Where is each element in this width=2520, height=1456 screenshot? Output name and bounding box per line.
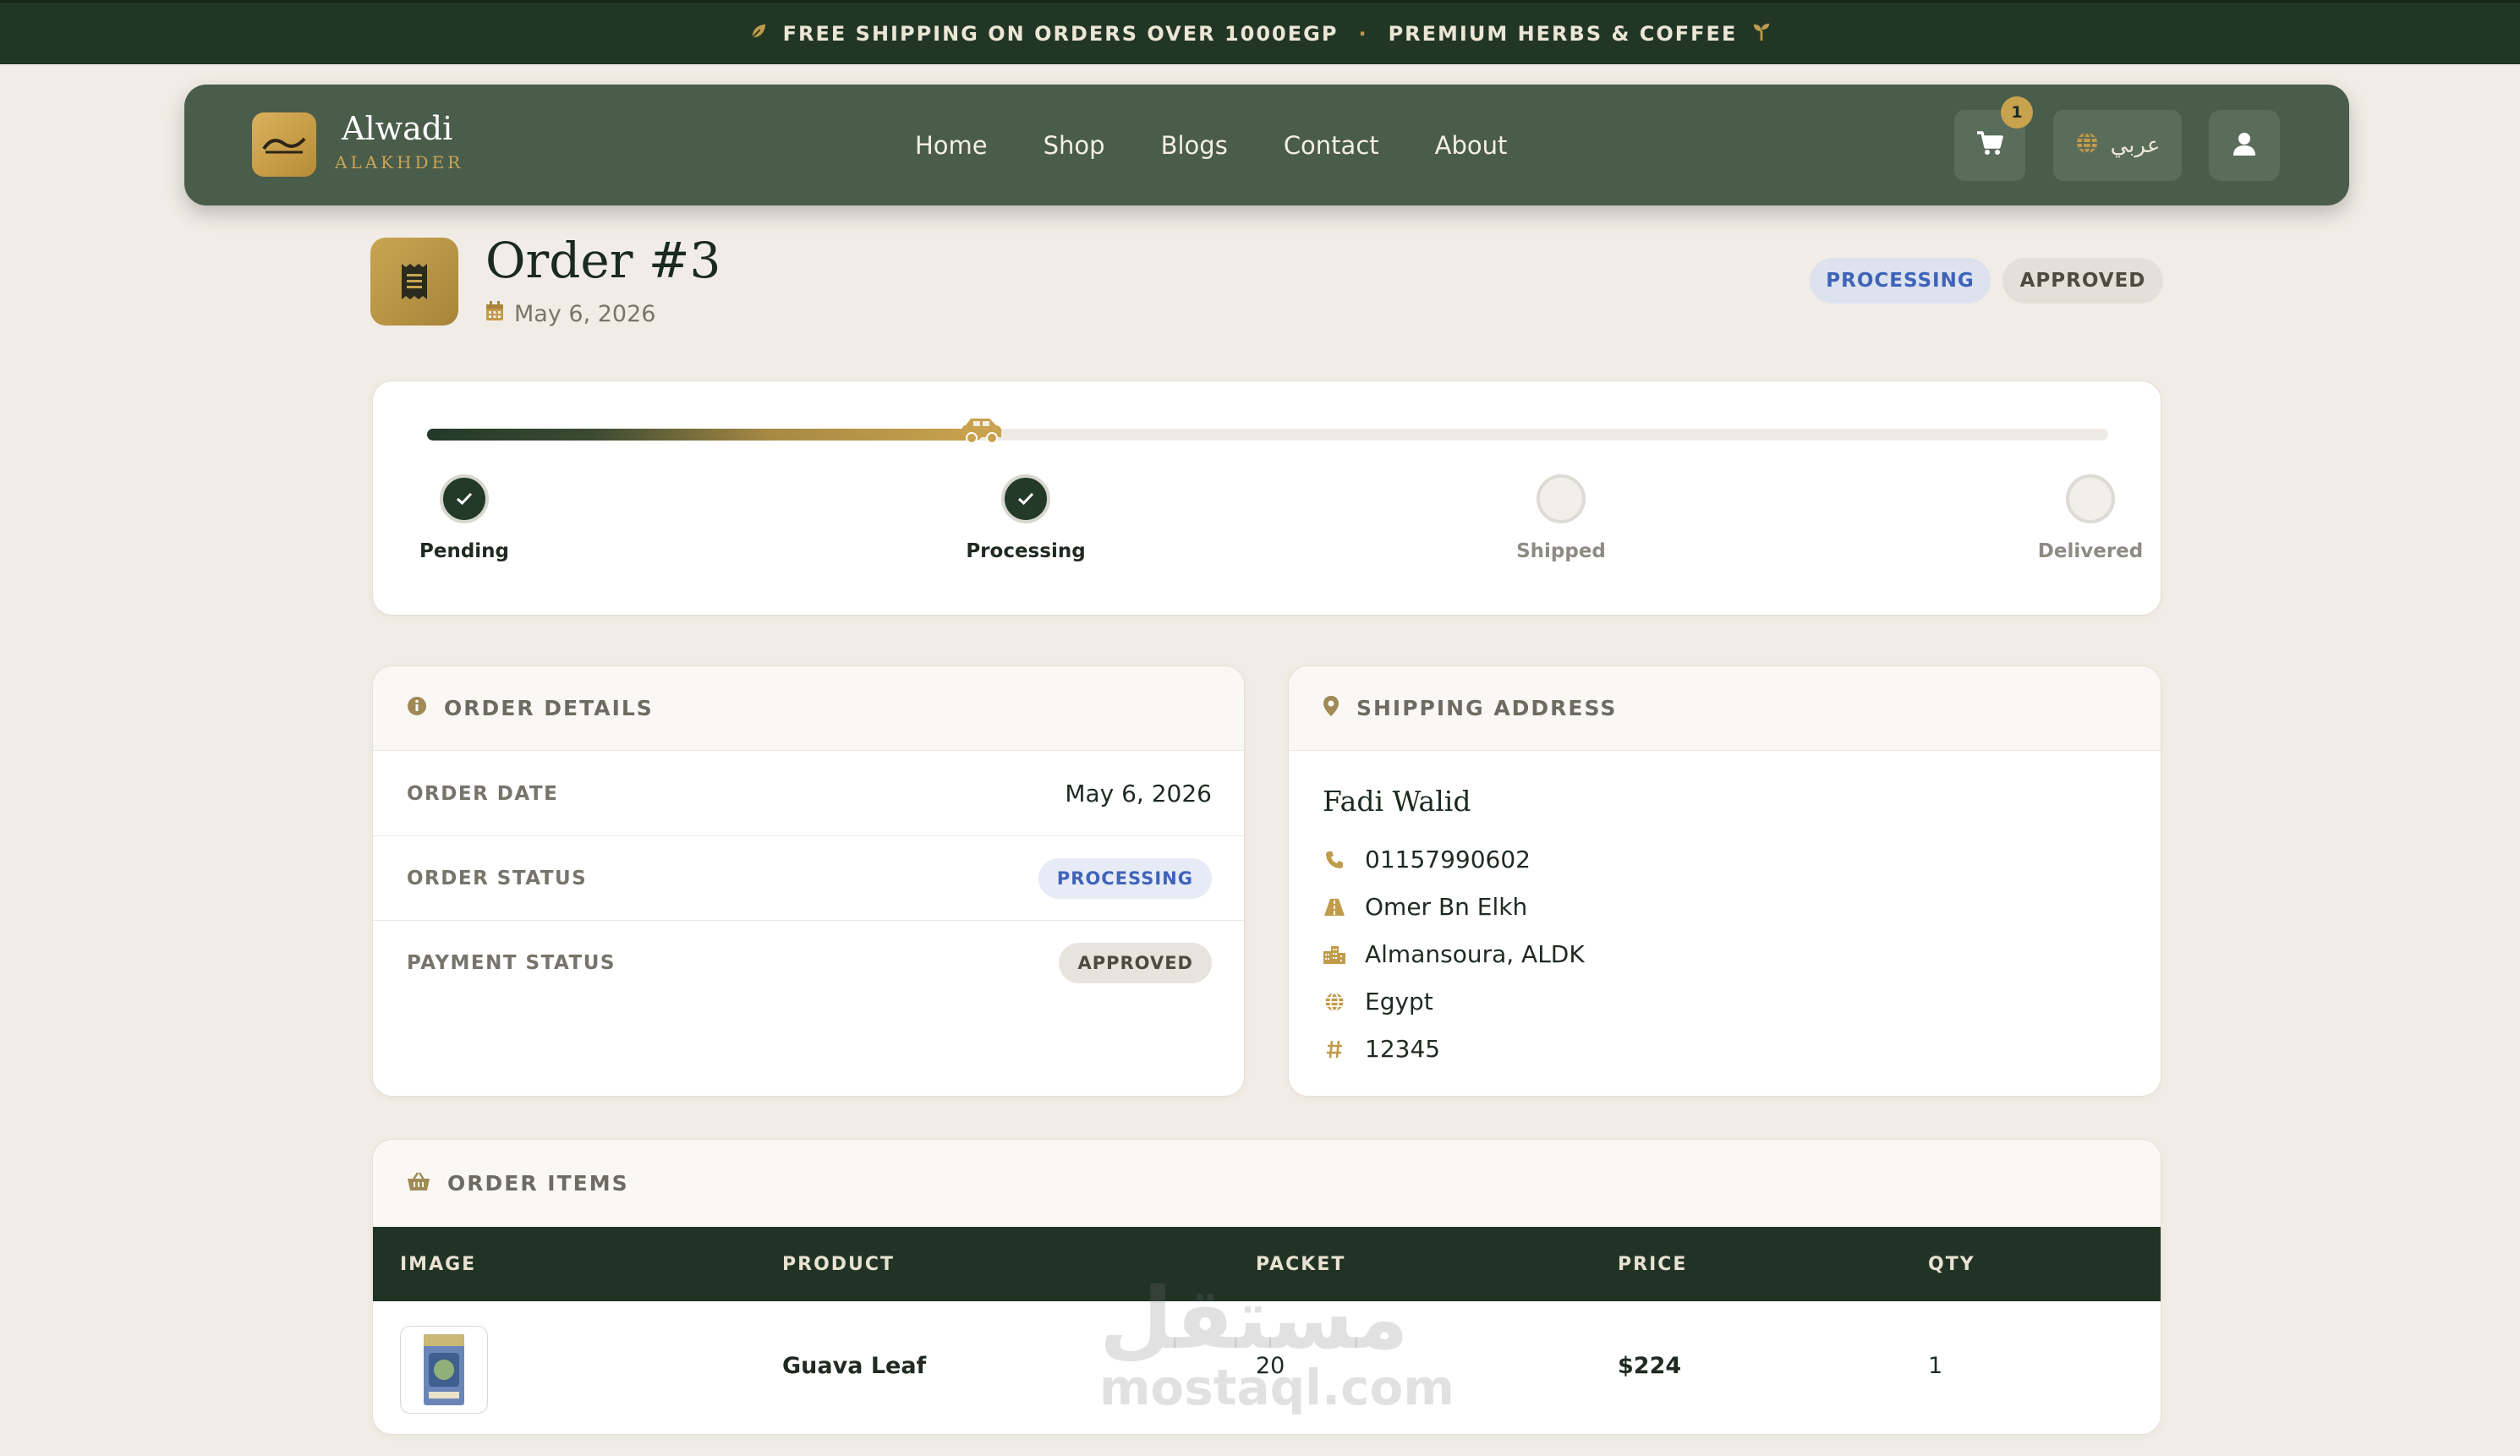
basket-icon — [407, 1171, 430, 1196]
nav-link-home[interactable]: Home — [915, 131, 988, 160]
language-label: عربي — [2110, 133, 2161, 158]
receipt-icon — [370, 238, 458, 326]
globe-icon — [2075, 131, 2099, 161]
language-toggle-button[interactable]: عربي — [2053, 110, 2182, 181]
item-qty: 1 — [1928, 1353, 1943, 1379]
progress-step-delivered: Delivered — [2006, 474, 2161, 562]
status-badge-processing: PROCESSING — [1810, 258, 1991, 304]
nav-link-about[interactable]: About — [1435, 131, 1508, 160]
address-postal-value: 12345 — [1365, 1035, 1441, 1063]
column-header-qty: QTY — [1928, 1253, 1975, 1275]
check-icon — [456, 492, 473, 506]
order-date-line: May 6, 2026 — [485, 301, 655, 327]
detail-value: May 6, 2026 — [1065, 780, 1212, 807]
address-country: Egypt — [1323, 988, 1433, 1015]
detail-key: PAYMENT STATUS — [407, 952, 616, 974]
address-postal: 12345 — [1323, 1035, 1440, 1063]
column-header-price: PRICE — [1618, 1253, 1688, 1275]
nav-link-blogs[interactable]: Blogs — [1161, 131, 1228, 160]
product-image[interactable] — [400, 1326, 488, 1414]
address-phone-value: 01157990602 — [1365, 846, 1531, 873]
calendar-icon — [485, 301, 504, 327]
brand-subtitle: ALAKHDER — [335, 152, 464, 172]
order-details-card: ORDER DETAILS ORDER DATE May 6, 2026 ORD… — [372, 665, 1245, 1097]
announcement-separator: · — [1358, 21, 1368, 46]
announcement-right-text: PREMIUM HERBS & COFFEE — [1388, 21, 1738, 46]
order-items-card: ORDER ITEMS IMAGE PRODUCT PACKET PRICE Q… — [372, 1139, 2161, 1435]
shipping-address-card: SHIPPING ADDRESS Fadi Walid 01157990602 … — [1288, 665, 2161, 1097]
order-progress-card: Pending Processing Shipped Delivered — [372, 380, 2161, 616]
announcement-left-text: FREE SHIPPING ON ORDERS OVER 1000EGP — [782, 21, 1339, 46]
detail-row-order-status: ORDER STATUS PROCESSING — [373, 836, 1244, 921]
leaf-icon — [749, 22, 768, 46]
step-check — [1001, 474, 1050, 523]
map-pin-icon — [1323, 695, 1339, 722]
step-check — [440, 474, 489, 523]
card-header: SHIPPING ADDRESS — [1289, 666, 2161, 751]
step-label: Shipped — [1516, 540, 1606, 562]
item-product-name[interactable]: Guava Leaf — [782, 1353, 926, 1379]
hash-icon — [1323, 1039, 1346, 1059]
address-street: Omer Bn Elkh — [1323, 893, 1527, 921]
logo-emblem[interactable] — [252, 112, 316, 177]
address-city: Almansoura, ALDK — [1323, 940, 1585, 968]
status-badge: PROCESSING — [1038, 857, 1212, 899]
cart-icon — [1975, 130, 2004, 161]
card-title: ORDER ITEMS — [447, 1171, 629, 1196]
step-label: Processing — [966, 540, 1086, 562]
address-phone: 01157990602 — [1323, 846, 1531, 873]
phone-icon — [1323, 850, 1346, 870]
address-city-value: Almansoura, ALDK — [1365, 940, 1585, 968]
road-icon — [1323, 898, 1346, 917]
card-title: SHIPPING ADDRESS — [1356, 696, 1618, 720]
nav-link-contact[interactable]: Contact — [1284, 131, 1379, 160]
user-icon — [2232, 131, 2257, 160]
detail-key: ORDER STATUS — [407, 867, 588, 889]
card-title: ORDER DETAILS — [444, 696, 654, 720]
step-pending-circle — [2066, 474, 2115, 523]
address-street-value: Omer Bn Elkh — [1365, 893, 1528, 921]
detail-row-payment-status: PAYMENT STATUS APPROVED — [373, 921, 1244, 1005]
item-packet: 20 — [1256, 1353, 1285, 1379]
progress-fill — [427, 429, 982, 441]
progress-step-pending: Pending — [380, 474, 549, 562]
main-navbar: Alwadi ALAKHDER Home Shop Blogs Contact … — [184, 85, 2349, 205]
cart-button[interactable]: 1 — [1954, 96, 2033, 181]
user-account-button[interactable] — [2209, 110, 2280, 181]
column-header-packet: PACKET — [1256, 1253, 1346, 1275]
address-country-value: Egypt — [1365, 988, 1433, 1015]
sprout-icon — [1752, 21, 1771, 47]
cart-count-badge: 1 — [2001, 96, 2033, 129]
info-icon — [407, 696, 427, 721]
payment-badge: APPROVED — [1059, 943, 1212, 983]
progress-step-processing: Processing — [941, 474, 1110, 562]
status-badge-approved: APPROVED — [2002, 258, 2163, 304]
check-icon — [1017, 492, 1034, 506]
step-pending-circle — [1537, 474, 1586, 523]
detail-key: ORDER DATE — [407, 782, 559, 805]
detail-row-order-date: ORDER DATE May 6, 2026 — [373, 752, 1244, 836]
card-header: ORDER ITEMS — [373, 1140, 2161, 1227]
nav-link-shop[interactable]: Shop — [1044, 131, 1105, 160]
items-table-header: IMAGE PRODUCT PACKET PRICE QTY — [373, 1227, 2161, 1301]
progress-step-shipped: Shipped — [1476, 474, 1646, 562]
announcement-bar: FREE SHIPPING ON ORDERS OVER 1000EGP · P… — [0, 0, 2520, 64]
column-header-image: IMAGE — [400, 1253, 477, 1275]
step-label: Delivered — [2037, 540, 2144, 562]
item-price: $224 — [1618, 1353, 1682, 1379]
order-date: May 6, 2026 — [514, 301, 656, 327]
card-header: ORDER DETAILS — [373, 666, 1244, 751]
globe-icon — [1323, 992, 1346, 1012]
step-label: Pending — [419, 540, 509, 562]
progress-track — [427, 429, 2108, 441]
nav-links: Home Shop Blogs Contact About — [915, 85, 1507, 205]
page-title: Order #3 — [485, 232, 721, 289]
city-icon — [1323, 944, 1346, 965]
brand-name[interactable]: Alwadi — [342, 110, 452, 147]
truck-icon — [959, 415, 1005, 452]
recipient-name: Fadi Walid — [1323, 785, 1471, 818]
column-header-product: PRODUCT — [782, 1253, 896, 1275]
